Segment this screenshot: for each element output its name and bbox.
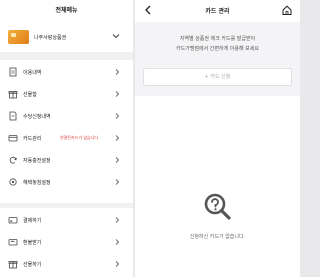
receipt-icon: [9, 67, 17, 77]
chevron-right-icon: [115, 135, 120, 141]
payment-icon: [8, 217, 18, 224]
menu-item-payment[interactable]: 결제하기: [0, 210, 133, 230]
menu-item-label: 수당신청내역: [23, 114, 51, 120]
menu-item-label: 자동충전설정: [23, 158, 51, 164]
home-icon[interactable]: [281, 4, 293, 16]
add-card-button[interactable]: + 카드 신청: [143, 68, 292, 86]
refund-icon: [8, 239, 18, 246]
document-icon: [9, 111, 17, 121]
full-menu-panel: 전체메뉴 나주사랑상품권 이용내역 선물함 수당신청내역 카드관리 연결된카드가…: [0, 0, 133, 277]
search-question-icon: [204, 193, 231, 220]
gift-box-icon: [8, 91, 18, 99]
card-name: 나주사랑상품권: [34, 35, 67, 41]
menu-item-label: 결제하기: [23, 218, 42, 224]
chevron-right-icon: [115, 91, 120, 97]
menu-item-auto-charge[interactable]: 자동충전설정: [0, 150, 133, 170]
auto-charge-icon: [9, 156, 17, 164]
menu-item-label: 카드관리: [23, 136, 42, 142]
card-management-screen: 카드 관리 지역별 상품권 체크 카드를 발급받아 카드가맹점에서 간편하게 이…: [135, 0, 300, 277]
menu-group-actions: 결제하기 환불받기 선물하기: [0, 208, 133, 277]
menu-item-label: 혜택놓침설정: [23, 180, 51, 186]
screen-title: 카드 관리: [205, 8, 230, 15]
menu-item-send-gift[interactable]: 선물하기: [0, 254, 133, 274]
description-line-2: 카드가맹점에서 간편하게 이용해 보세요: [176, 46, 259, 52]
chevron-right-icon: [115, 157, 120, 163]
menu-item-label: 이용내역: [23, 70, 42, 76]
empty-state-message: 신청하신 카드가 없습니다.: [189, 234, 246, 240]
chevron-right-icon: [115, 261, 120, 267]
menu-item-card-management[interactable]: 카드관리 연결된카드가 없습니다.: [0, 128, 133, 148]
settings-icon: [9, 178, 17, 186]
no-card-notice: 연결된카드가 없습니다.: [60, 135, 100, 140]
description-line-1: 지역별 상품권 체크 카드를 발급받아: [179, 36, 256, 42]
menu-item-label: 환불받기: [23, 240, 42, 246]
screen-header: 카드 관리: [135, 0, 300, 20]
chevron-right-icon: [115, 217, 120, 223]
card-icon: [8, 135, 18, 142]
chevron-down-icon: [112, 34, 120, 39]
menu-title: 전체메뉴: [55, 7, 78, 14]
menu-item-gift-box[interactable]: 선물함: [0, 84, 133, 104]
chevron-right-icon: [115, 113, 120, 119]
menu-item-label: 선물하기: [23, 262, 42, 268]
chevron-right-icon: [115, 239, 120, 245]
menu-group-main: 이용내역 선물함 수당신청내역 카드관리 연결된카드가 없습니다. 자동충전설정…: [0, 60, 133, 203]
card-intro-description: 지역별 상품권 체크 카드를 발급받아 카드가맹점에서 간편하게 이용해 보세요: [135, 34, 300, 54]
menu-item-usage-history[interactable]: 이용내역: [0, 62, 133, 82]
menu-item-label: 선물함: [23, 92, 37, 98]
card-intro-section: 지역별 상품권 체크 카드를 발급받아 카드가맹점에서 간편하게 이용해 보세요…: [135, 22, 300, 96]
menu-item-allowance-history[interactable]: 수당신청내역: [0, 106, 133, 126]
menu-item-refund[interactable]: 환불받기: [0, 232, 133, 252]
chevron-right-icon: [115, 179, 120, 185]
gift-icon: [8, 261, 18, 269]
chevron-right-icon: [115, 69, 120, 75]
card-thumbnail-icon: [8, 30, 29, 44]
menu-item-benefit-settings[interactable]: 혜택놓침설정: [0, 172, 133, 192]
card-selector[interactable]: 나주사랑상품권: [0, 24, 133, 50]
